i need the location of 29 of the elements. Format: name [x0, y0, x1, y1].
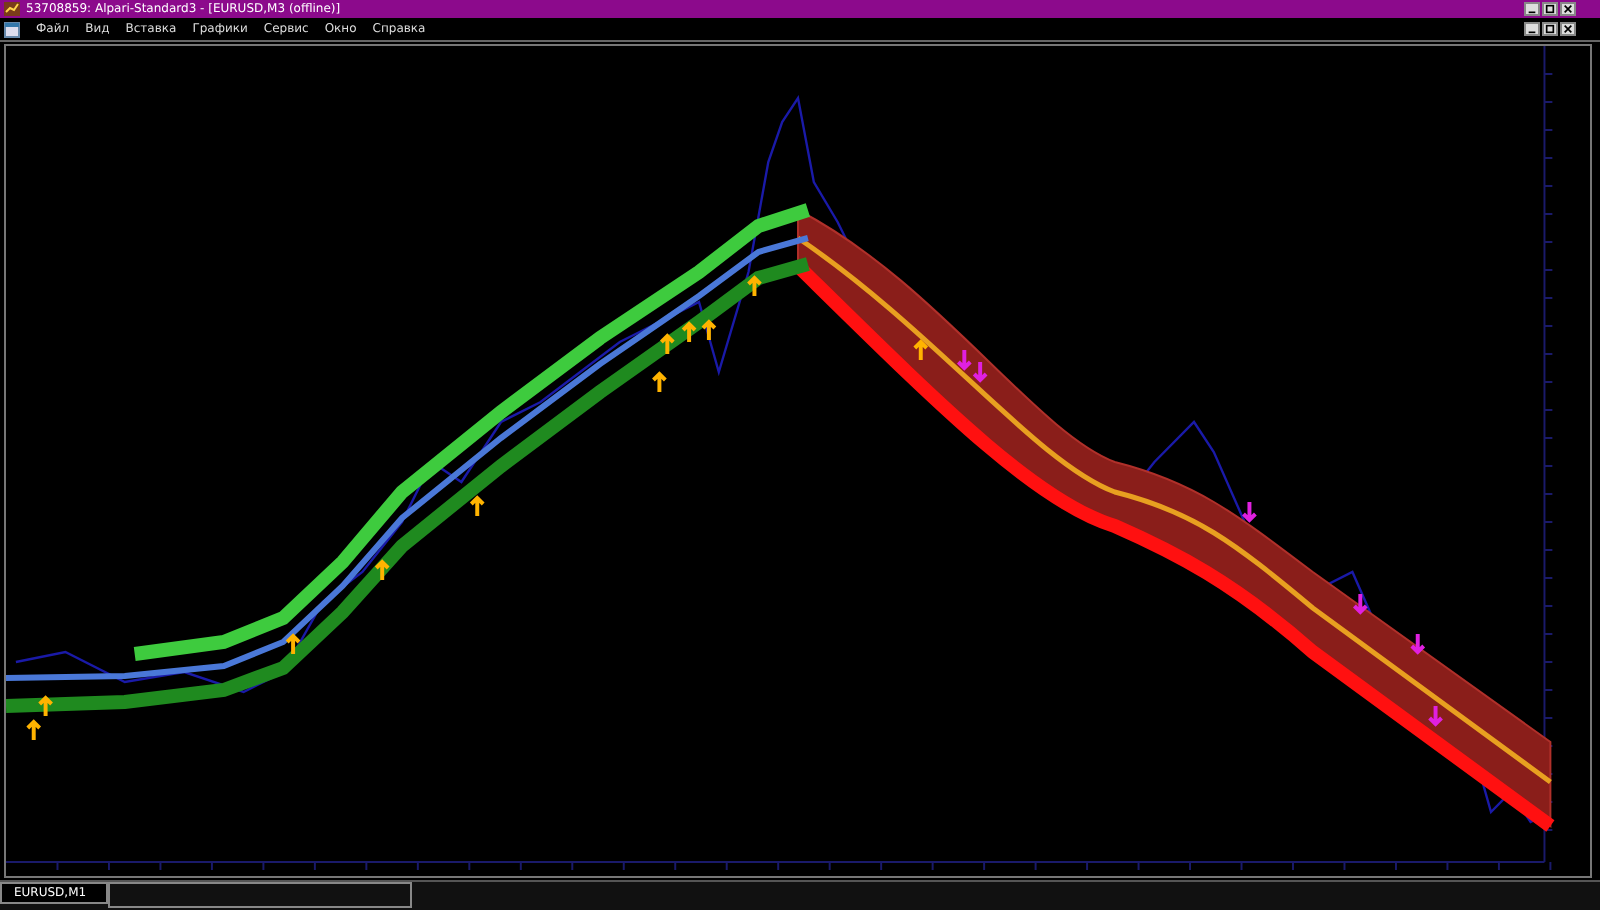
up-arrow-icon: [25, 719, 42, 742]
down-arrow-icon: [1427, 704, 1444, 727]
up-arrow-icon: [285, 633, 302, 656]
down-arrow-icon: [1352, 592, 1369, 615]
up-arrow-icon: [374, 559, 391, 582]
maximize-button[interactable]: [1542, 2, 1558, 16]
down-arrow-icon: [1241, 500, 1258, 523]
down-arrow-icon: [972, 360, 989, 383]
up-arrow-icon: [659, 333, 676, 356]
up-arrow-icon: [746, 275, 763, 298]
down-arrow-icon: [956, 348, 973, 371]
minimize-button[interactable]: [1524, 2, 1540, 16]
up-arrow-icon: [651, 371, 668, 394]
close-icon: [1562, 24, 1574, 34]
minimize-button[interactable]: [1524, 22, 1540, 36]
close-button[interactable]: [1560, 22, 1576, 36]
maximize-icon: [1544, 4, 1556, 14]
down-arrow-icon: [1409, 632, 1426, 655]
chart-window-icon: [4, 21, 20, 37]
up-arrow-icon: [681, 321, 698, 344]
up-arrow-icon: [37, 695, 54, 718]
restore-icon: [1544, 24, 1556, 34]
close-icon: [1562, 4, 1574, 14]
up-arrow-icon: [700, 319, 717, 342]
app-icon: [4, 2, 20, 16]
up-arrow-icon: [469, 495, 486, 518]
close-button[interactable]: [1560, 2, 1576, 16]
restore-button[interactable]: [1542, 22, 1558, 36]
up-arrow-icon: [912, 339, 929, 362]
